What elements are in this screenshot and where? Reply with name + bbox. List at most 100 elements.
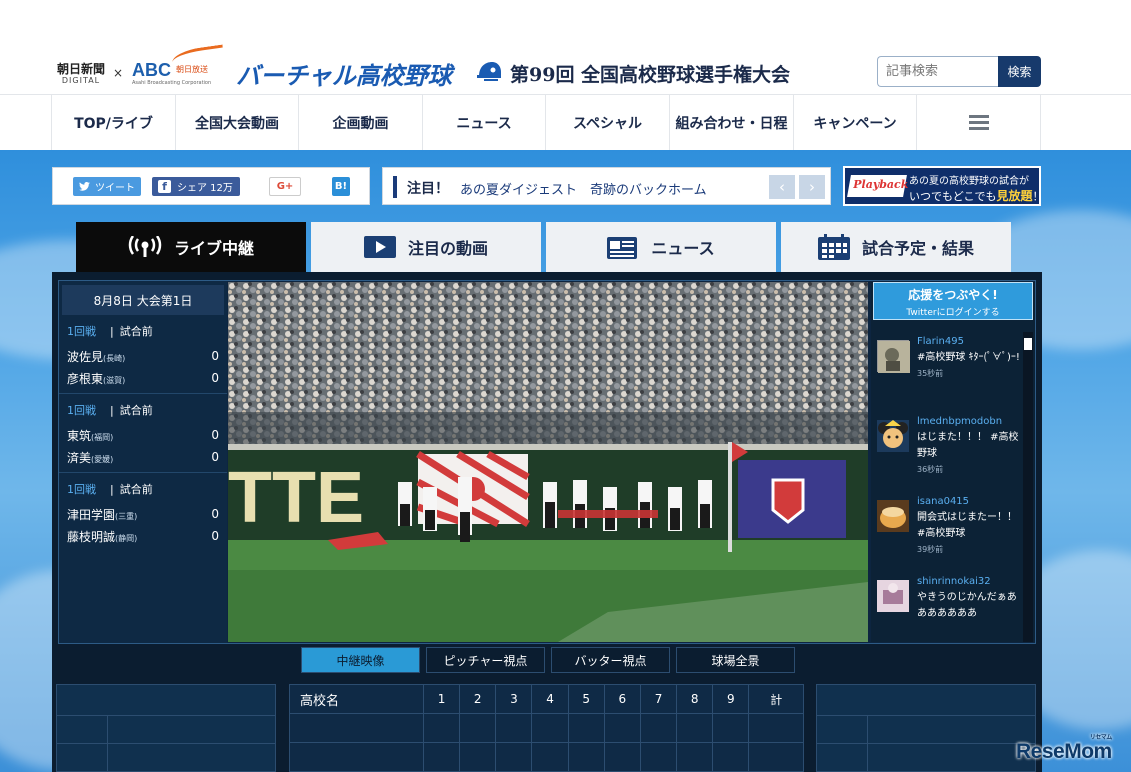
inning-header: 2 <box>459 684 497 714</box>
team-name: 津田学園 <box>67 507 116 522</box>
playback-banner[interactable]: Playback あの夏の高校野球の試合が いつでもどこでも見放題！ <box>843 166 1043 206</box>
play-icon <box>363 236 396 258</box>
tab-news[interactable]: ニュース <box>546 222 776 272</box>
tab-pitcher-view[interactable]: ピッチャー視点 <box>426 647 545 673</box>
team-prefecture: (長崎) <box>103 353 126 363</box>
scoreboard-school-header: 高校名 <box>289 684 424 714</box>
match-round: 1回戦 <box>67 483 96 496</box>
scoreboard-row <box>289 713 804 743</box>
tweet-item[interactable]: shinrinnokai32 やきうのじかんだぁあああああああ <box>871 568 1021 640</box>
gplus-button[interactable]: G+ <box>269 177 301 196</box>
tweet-item[interactable]: Flarin495 #高校野球 ｷﾀｰ(ﾟ∀ﾟ)ｰ! 35秒前 <box>871 328 1021 408</box>
scrollbar-thumb[interactable] <box>1024 338 1032 350</box>
scoreboard-row <box>289 742 804 772</box>
inning-header: 7 <box>639 684 678 714</box>
twitter-login-button[interactable]: 応援をつぶやく! Twitterにログインする <box>873 282 1033 320</box>
menu-button[interactable] <box>917 95 1041 151</box>
tweet-user: shinrinnokai32 <box>917 576 991 587</box>
avatar <box>877 420 909 452</box>
schedule-date: 8月8日 大会第1日 <box>62 285 224 315</box>
team-score: 0 <box>211 529 219 543</box>
hatena-bookmark-button[interactable]: B! <box>332 177 350 196</box>
live-panel: 8月8日 大会第1日 1回戦 | 試合前 波佐見(長崎) 0 彦根東(滋賀) 0 1回戦… <box>52 272 1042 772</box>
notice-link[interactable]: あの夏ダイジェスト 奇跡のバックホーム <box>460 179 707 198</box>
nav-item-top-live[interactable]: TOP/ライブ <box>52 95 176 151</box>
inning-header: 5 <box>567 684 605 714</box>
nav-item-bracket-schedule[interactable]: 組み合わせ・日程 <box>670 95 794 151</box>
team-row: 波佐見(長崎) 0 <box>67 345 219 367</box>
avatar <box>877 500 909 532</box>
match-schedule: 8月8日 大会第1日 1回戦 | 試合前 波佐見(長崎) 0 彦根東(滋賀) 0 1回戦… <box>59 281 227 643</box>
avatar <box>877 580 909 612</box>
scoreboard-header-row: 高校名 1 2 3 4 5 6 7 8 9 計 <box>289 684 804 714</box>
match-item[interactable]: 1回戦 | 試合前 津田学園(三重) 0 藤枝明誠(静岡) 0 <box>59 473 227 551</box>
nav-item-tournament-videos[interactable]: 全国大会動画 <box>176 95 299 151</box>
notice-ticker: 注目！ あの夏ダイジェスト 奇跡のバックホーム ‹ › <box>382 167 831 205</box>
live-panel-inner: 8月8日 大会第1日 1回戦 | 試合前 波佐見(長崎) 0 彦根東(滋賀) 0 1回戦… <box>58 280 1036 644</box>
total-header: 計 <box>748 684 804 714</box>
team-score: 0 <box>211 349 219 363</box>
view-angle-tabs: 中継映像 ピッチャー視点 バッター視点 球場全景 <box>301 647 795 673</box>
twitter-panel: 応援をつぶやく! Twitterにログインする Flarin495 #高校野球 … <box>871 282 1035 642</box>
tab-live-label: ライブ中継 <box>173 239 254 258</box>
tab-batter-view[interactable]: バッター視点 <box>551 647 670 673</box>
search-form: 検索 <box>877 56 1041 87</box>
twitter-head-sub: Twitterにログインする <box>906 308 1000 318</box>
search-input[interactable] <box>877 56 999 87</box>
nav-item-campaign[interactable]: キャンペーン <box>794 95 917 151</box>
abc-logo-jp: 朝日放送 <box>176 65 208 74</box>
twitter-head-title: 応援をつぶやく! <box>908 288 998 302</box>
inning-header: 4 <box>531 684 569 714</box>
twitter-bird-icon <box>79 182 90 191</box>
match-item[interactable]: 1回戦 | 試合前 東筑(福岡) 0 済美(愛媛) 0 <box>59 394 227 473</box>
tweet-item[interactable]: isana0415 開会式はじまたー！！ #高校野球 39秒前 <box>871 488 1021 568</box>
scoreboard-table: 高校名 1 2 3 4 5 6 7 8 9 計 <box>289 684 804 772</box>
tweet-button[interactable]: ツイート <box>73 177 141 196</box>
match-status: 試合前 <box>119 483 153 496</box>
facebook-icon: f <box>158 180 171 193</box>
chevron-right-icon[interactable]: › <box>799 175 825 199</box>
inning-header: 6 <box>603 684 641 714</box>
team-score: 0 <box>211 371 219 385</box>
team-score: 0 <box>211 450 219 464</box>
tweet-item[interactable]: lmednbpmodobn はじまた！！！ #高校野球 36秒前 <box>871 408 1021 488</box>
notice-accent-bar <box>393 176 397 198</box>
tab-broadcast-view[interactable]: 中継映像 <box>301 647 420 673</box>
abc-logo[interactable]: ABC 朝日放送 Asahi Broadcasting Corporation <box>132 44 225 86</box>
search-button[interactable]: 検索 <box>998 56 1041 87</box>
team-row: 東筑(福岡) 0 <box>67 424 219 446</box>
chevron-left-icon[interactable]: ‹ <box>769 175 795 199</box>
playback-logo: Playback <box>847 175 908 197</box>
team-prefecture: (福岡) <box>91 432 114 442</box>
share-bar: ツイート f シェア 12万 G+ B! <box>52 167 370 205</box>
logo-separator: × <box>113 66 124 80</box>
match-item[interactable]: 1回戦 | 試合前 波佐見(長崎) 0 彦根東(滋賀) 0 <box>59 315 227 394</box>
team-row: 済美(愛媛) 0 <box>67 446 219 468</box>
tab-stadium-view[interactable]: 球場全景 <box>676 647 795 673</box>
tab-featured-videos[interactable]: 注目の動画 <box>311 222 541 272</box>
nav-item-feature-videos[interactable]: 企画動画 <box>299 95 423 151</box>
stadium-scene-image: TTE <box>228 282 868 642</box>
global-nav: TOP/ライブ 全国大会動画 企画動画 ニュース スペシャル 組み合わせ・日程 … <box>0 94 1131 151</box>
asahi-digital-logo[interactable]: 朝日新聞 DIGITAL <box>52 63 110 85</box>
nav-item-special[interactable]: スペシャル <box>546 95 670 151</box>
team-name: 済美 <box>67 450 92 465</box>
team-row: 津田学園(三重) 0 <box>67 503 219 525</box>
team-score: 0 <box>211 428 219 442</box>
resemom-watermark: リセマム ReseMom <box>1016 735 1112 763</box>
facebook-share-button[interactable]: f シェア 12万 <box>152 177 240 196</box>
left-stats-box <box>56 684 276 772</box>
right-stats-box <box>816 684 1036 772</box>
match-round: 1回戦 <box>67 404 96 417</box>
tab-live[interactable]: ライブ中継 <box>76 222 306 272</box>
live-video-player[interactable]: TTE <box>228 282 868 642</box>
match-status: 試合前 <box>119 404 153 417</box>
nav-item-news[interactable]: ニュース <box>423 95 546 151</box>
tab-schedule-label: 試合予定・結果 <box>861 239 974 258</box>
tweet-label: ツイート <box>95 183 135 194</box>
site-logo[interactable]: バーチャル高校野球 <box>236 56 452 91</box>
match-status: 試合前 <box>119 325 153 338</box>
tab-schedule-results[interactable]: 試合予定・結果 <box>781 222 1011 272</box>
calendar-icon <box>817 234 850 260</box>
tweet-scrollbar[interactable] <box>1023 332 1033 642</box>
